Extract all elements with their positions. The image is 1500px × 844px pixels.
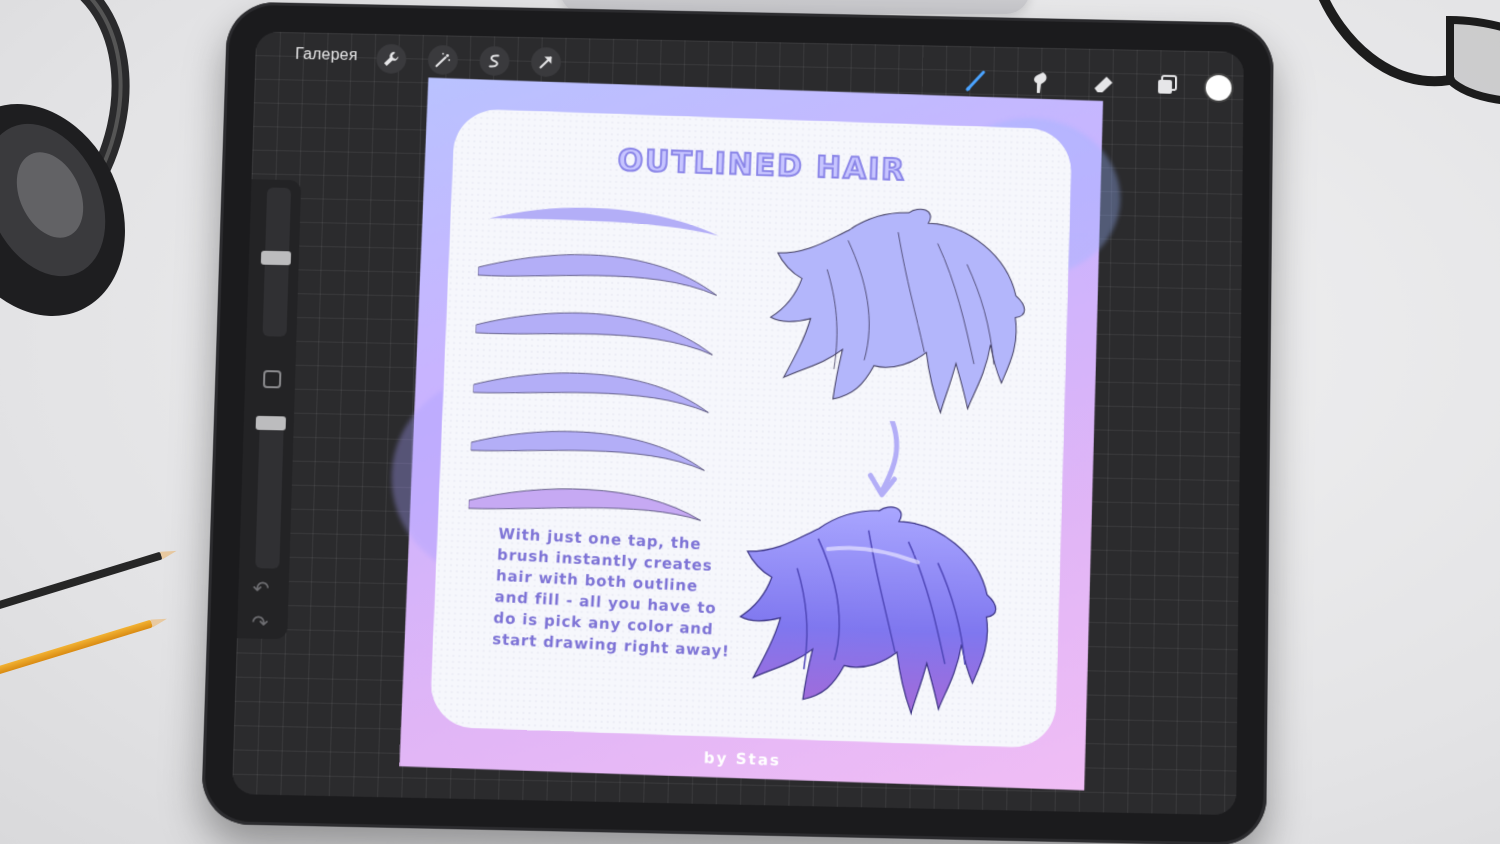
hair-sketch-illustration	[762, 198, 1038, 436]
smudge-icon	[1033, 72, 1047, 94]
brush-stroke-samples	[468, 204, 720, 526]
eraser-tool-button[interactable]	[1088, 68, 1118, 98]
actions-button[interactable]	[376, 43, 407, 74]
brush-stroke-5	[470, 430, 704, 471]
eraser-icon	[1094, 76, 1113, 93]
desk-scene: Галерея ↶ ↷ OUTLINED HAIR With just one …	[0, 0, 1500, 844]
layers-button[interactable]	[1152, 70, 1182, 100]
layers-icon	[1158, 72, 1180, 98]
opacity-handle[interactable]	[255, 415, 287, 431]
color-picker-button[interactable]	[1205, 74, 1232, 101]
transform-button[interactable]	[530, 47, 562, 78]
hair-colored-illustration	[731, 496, 1009, 737]
brush-size-handle[interactable]	[260, 250, 292, 266]
brush-stroke-6	[468, 485, 701, 520]
brush-stroke-1	[489, 204, 720, 236]
wrench-icon	[383, 51, 399, 67]
black-pencil-prop	[0, 551, 163, 618]
smudge-tool-button[interactable]	[1025, 67, 1055, 97]
undo-icon[interactable]: ↶	[252, 576, 279, 603]
selection-icon	[485, 52, 503, 70]
brush-stroke-4	[472, 373, 709, 414]
info-card: OUTLINED HAIR With just one tap, the bru…	[429, 108, 1073, 749]
magic-wand-icon	[434, 51, 451, 69]
transform-arrow-illustration	[860, 420, 913, 502]
brush-icon	[963, 68, 989, 94]
modify-button[interactable]	[262, 370, 282, 389]
adjustments-button[interactable]	[427, 44, 459, 76]
brush-tool-button[interactable]	[961, 66, 991, 96]
brush-stroke-2	[477, 251, 717, 295]
artwork-title: OUTLINED HAIR	[616, 142, 908, 189]
glasses-prop	[1318, 0, 1500, 104]
procreate-screen: Галерея ↶ ↷ OUTLINED HAIR With just one …	[231, 31, 1244, 816]
redo-icon[interactable]: ↷	[251, 610, 278, 637]
transform-arrow-icon	[537, 53, 555, 71]
artwork-description: With just one tap, the brush instantly c…	[491, 524, 731, 661]
gallery-button[interactable]: Галерея	[295, 46, 358, 65]
orange-pencil-prop	[0, 619, 153, 683]
headphones-prop	[0, 0, 130, 316]
opacity-slider[interactable]	[255, 417, 284, 569]
brush-stroke-3	[475, 309, 714, 355]
selection-button[interactable]	[479, 45, 510, 77]
tablet-device: Галерея ↶ ↷ OUTLINED HAIR With just one …	[200, 1, 1274, 844]
artwork-canvas[interactable]: OUTLINED HAIR With just one tap, the bru…	[387, 77, 1123, 791]
